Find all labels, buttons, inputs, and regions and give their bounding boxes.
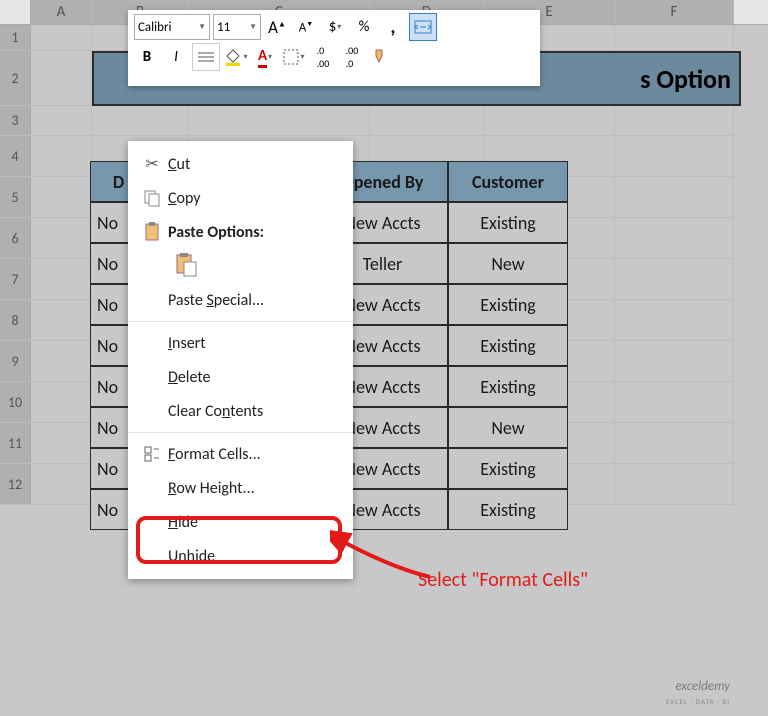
- row-header-11[interactable]: 11: [0, 423, 31, 464]
- borders-icon: [283, 49, 299, 65]
- watermark-sub: EXCEL · DATA · BI: [666, 697, 730, 706]
- font-name-select[interactable]: Calibri ▼: [134, 14, 210, 40]
- paint-bucket-icon: [224, 48, 242, 66]
- row-header-1[interactable]: 1: [0, 25, 31, 51]
- row-header-12[interactable]: 12: [0, 464, 31, 505]
- format-painter-button[interactable]: [368, 44, 394, 70]
- decrease-decimal-button[interactable]: .00.0: [339, 44, 365, 70]
- merge-center-button[interactable]: [409, 13, 437, 41]
- decrease-font-button[interactable]: A▼: [293, 14, 319, 40]
- cell-customer[interactable]: Existing: [448, 284, 568, 325]
- row-header-2[interactable]: 2: [0, 51, 31, 106]
- cell-customer[interactable]: Existing: [448, 325, 568, 366]
- chevron-down-icon: ▼: [198, 22, 206, 32]
- menu-insert[interactable]: Insert: [128, 326, 353, 360]
- annotation-text: Select "Format Cells": [418, 568, 588, 592]
- row-header-6[interactable]: 6: [0, 218, 31, 259]
- menu-cut[interactable]: ✂ CuCutt: [128, 147, 353, 181]
- paste-keep-source-button[interactable]: [170, 249, 204, 283]
- row-header-7[interactable]: 7: [0, 259, 31, 300]
- fill-color-button[interactable]: ▾: [223, 44, 249, 70]
- chevron-down-icon: ▼: [249, 22, 257, 32]
- increase-font-button[interactable]: A▲: [264, 14, 290, 40]
- row-header-3[interactable]: 3: [0, 106, 31, 136]
- menu-clear-contents[interactable]: Clear Contents: [128, 394, 353, 428]
- mini-toolbar: Calibri ▼ 11 ▼ A▲ A▼ $▾ % , B I ▾ A▾ ▾ .…: [128, 10, 540, 86]
- scissors-icon: ✂: [136, 154, 168, 174]
- percent-format-button[interactable]: %: [351, 14, 377, 40]
- align-icon: [198, 51, 214, 63]
- table-header-customer[interactable]: Customer: [448, 161, 568, 202]
- context-menu: ✂ CuCutt Copy Paste Options: Paste Speci…: [128, 141, 353, 579]
- align-button[interactable]: [192, 43, 220, 71]
- font-name-value: Calibri: [138, 20, 171, 35]
- cell-customer[interactable]: Existing: [448, 448, 568, 489]
- menu-format-cells[interactable]: Format Cells...: [128, 437, 353, 471]
- borders-button[interactable]: ▾: [281, 44, 307, 70]
- format-cells-icon: [136, 446, 168, 462]
- menu-hide[interactable]: Hide: [128, 505, 353, 539]
- menu-delete[interactable]: Delete: [128, 360, 353, 394]
- cell-customer[interactable]: New: [448, 407, 568, 448]
- clipboard-paste-icon: [174, 252, 200, 280]
- italic-button[interactable]: I: [163, 44, 189, 70]
- row-header-10[interactable]: 10: [0, 382, 31, 423]
- clipboard-icon: [136, 222, 168, 242]
- row-header-9[interactable]: 9: [0, 341, 31, 382]
- row-header-5[interactable]: 5: [0, 177, 31, 218]
- col-header-f[interactable]: F: [615, 0, 734, 24]
- menu-row-height[interactable]: Row Height...: [128, 471, 353, 505]
- cell-customer[interactable]: New: [448, 243, 568, 284]
- menu-paste-special[interactable]: Paste Special...: [128, 283, 353, 317]
- copy-icon: [136, 189, 168, 207]
- menu-copy[interactable]: Copy: [128, 181, 353, 215]
- bold-button[interactable]: B: [134, 44, 160, 70]
- paintbrush-icon: [372, 48, 390, 66]
- col-header-a[interactable]: A: [31, 0, 92, 24]
- font-color-button[interactable]: A▾: [252, 44, 278, 70]
- select-all-corner[interactable]: [0, 0, 31, 24]
- row-header-8[interactable]: 8: [0, 300, 31, 341]
- font-size-select[interactable]: 11 ▼: [213, 14, 261, 40]
- comma-format-button[interactable]: ,: [380, 14, 406, 40]
- cell-customer[interactable]: Existing: [448, 366, 568, 407]
- merge-icon: [414, 20, 432, 34]
- watermark: exceldemy: [675, 679, 730, 694]
- row-header-4[interactable]: 4: [0, 136, 31, 177]
- increase-decimal-button[interactable]: .0.00: [310, 44, 336, 70]
- menu-paste-options: Paste Options:: [128, 215, 353, 249]
- cell-customer[interactable]: Existing: [448, 489, 568, 530]
- menu-unhide[interactable]: Unhide: [128, 539, 353, 573]
- accounting-format-button[interactable]: $▾: [322, 14, 348, 40]
- font-size-value: 11: [217, 20, 230, 35]
- cell-customer[interactable]: Existing: [448, 202, 568, 243]
